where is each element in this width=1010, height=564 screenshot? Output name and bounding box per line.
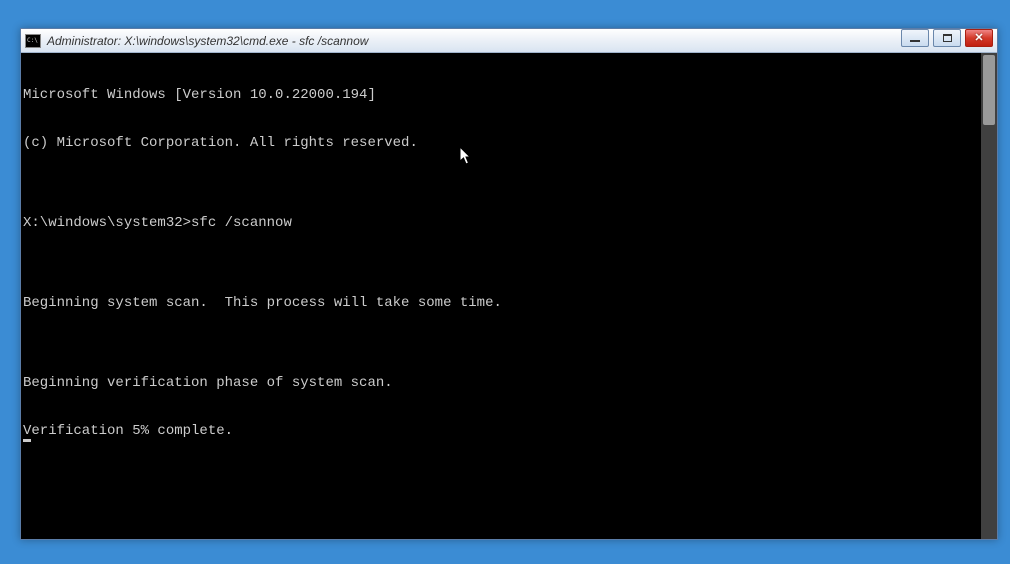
progress-line: Verification 5% complete. — [23, 423, 997, 442]
window-controls: ✕ — [899, 29, 997, 49]
maximize-icon — [943, 34, 952, 42]
minimize-button[interactable] — [901, 29, 929, 47]
cmd-icon: C:\ — [25, 34, 41, 48]
close-icon: ✕ — [974, 33, 983, 44]
scrollbar-thumb[interactable] — [983, 55, 995, 125]
vertical-scrollbar[interactable] — [981, 53, 997, 539]
output-line: Microsoft Windows [Version 10.0.22000.19… — [23, 87, 997, 103]
minimize-icon — [910, 40, 920, 42]
output-line: Beginning verification phase of system s… — [23, 375, 997, 391]
window-title: Administrator: X:\windows\system32\cmd.e… — [47, 34, 368, 48]
output-line: (c) Microsoft Corporation. All rights re… — [23, 135, 997, 151]
maximize-button[interactable] — [933, 29, 961, 47]
close-button[interactable]: ✕ — [965, 29, 993, 47]
console-area[interactable]: Microsoft Windows [Version 10.0.22000.19… — [21, 53, 997, 539]
output-line: Beginning system scan. This process will… — [23, 295, 997, 311]
titlebar[interactable]: C:\ Administrator: X:\windows\system32\c… — [21, 29, 997, 53]
text-cursor — [23, 439, 31, 442]
prompt-line: X:\windows\system32>sfc /scannow — [23, 215, 997, 231]
console-output: Microsoft Windows [Version 10.0.22000.19… — [21, 53, 997, 473]
cmd-window: C:\ Administrator: X:\windows\system32\c… — [20, 28, 998, 540]
